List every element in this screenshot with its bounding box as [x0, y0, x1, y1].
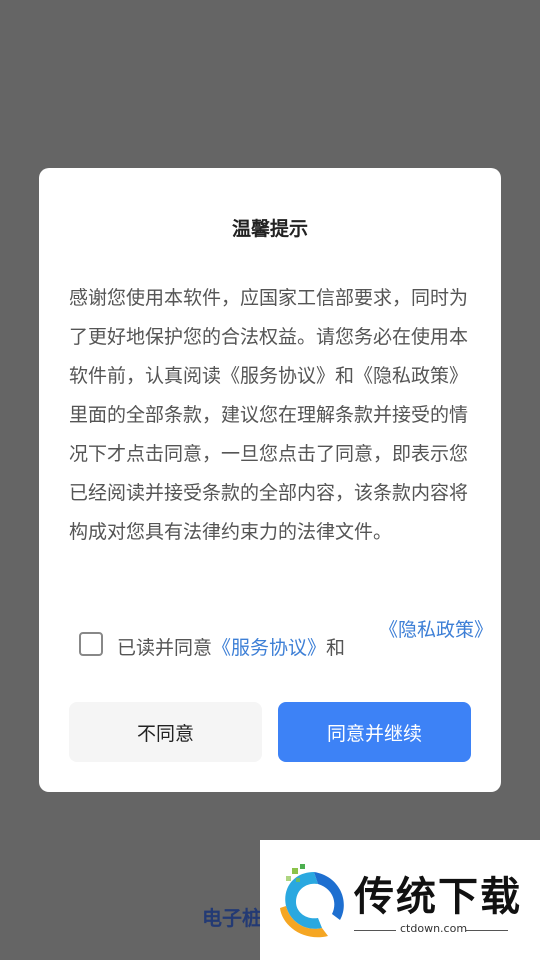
watermark-logo-icon: [280, 864, 344, 938]
watermark-divider-left: [354, 930, 396, 931]
watermark-overlay: 传统下载 ctdown.com: [260, 840, 540, 960]
agreement-row: 已读并同意《服务协议》和 《隐私政策》: [79, 619, 493, 676]
app-screen: 电子桩 温馨提示 感谢您使用本软件，应国家工信部要求，同时为了更好地保护您的合法…: [0, 0, 540, 960]
background-partial-text: 电子桩: [202, 906, 262, 930]
agreement-text: 已读并同意《服务协议》和: [117, 633, 345, 660]
watermark-divider-right: [466, 930, 508, 931]
privacy-policy-link[interactable]: 《隐私政策》: [379, 618, 493, 643]
agreement-prefix: 已读并同意: [117, 637, 213, 659]
privacy-dialog: 温馨提示 感谢您使用本软件，应国家工信部要求，同时为了更好地保护您的合法权益。请…: [39, 168, 501, 792]
watermark-url: ctdown.com: [400, 922, 468, 935]
service-agreement-link[interactable]: 《服务协议》: [212, 637, 326, 659]
decline-button[interactable]: 不同意: [69, 702, 262, 762]
watermark-title: 传统下载: [354, 874, 522, 920]
accept-continue-button[interactable]: 同意并继续: [278, 702, 471, 762]
dialog-title: 温馨提示: [231, 218, 308, 240]
agreement-conjunction: 和: [326, 637, 346, 659]
dialog-body-text: 感谢您使用本软件，应国家工信部要求，同时为了更好地保护您的合法权益。请您务必在使…: [69, 287, 469, 543]
agree-checkbox[interactable]: [79, 632, 103, 656]
